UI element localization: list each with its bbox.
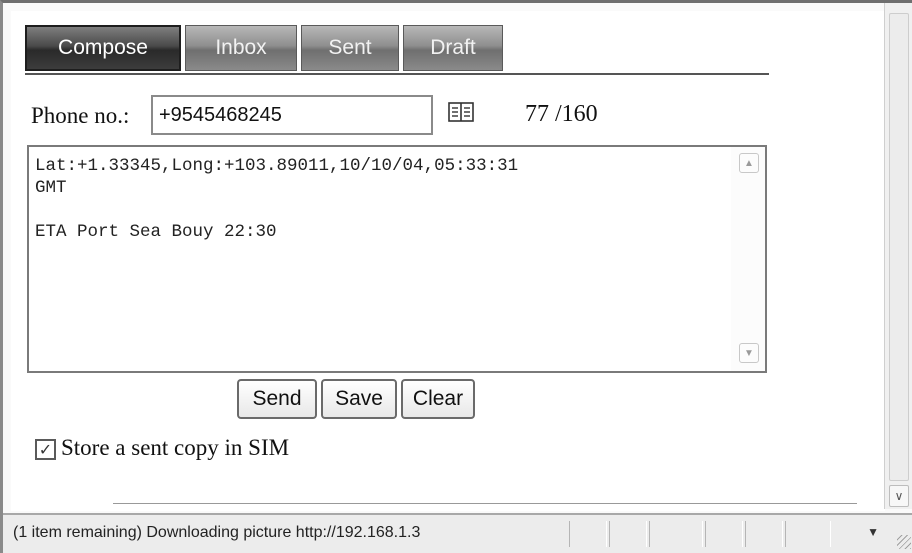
message-box: ▲ ▼: [27, 145, 767, 373]
send-button[interactable]: Send: [237, 379, 317, 419]
message-scrollbar[interactable]: ▲ ▼: [731, 147, 765, 371]
status-segment: [649, 521, 703, 547]
address-book-icon[interactable]: [448, 101, 474, 123]
status-segment: [745, 521, 783, 547]
tab-bar: Compose Inbox Sent Draft: [25, 25, 503, 71]
save-button[interactable]: Save: [321, 379, 397, 419]
divider: [113, 503, 857, 504]
page-scroll-down-icon[interactable]: ∨: [889, 485, 909, 507]
clear-button[interactable]: Clear: [401, 379, 475, 419]
status-dropdown-icon[interactable]: ▼: [867, 525, 879, 539]
page-scrollbar[interactable]: ∨: [884, 3, 912, 509]
tab-underline: [25, 73, 769, 75]
phone-number-input[interactable]: [151, 95, 433, 135]
tab-draft[interactable]: Draft: [403, 25, 503, 71]
status-bar: (1 item remaining) Downloading picture h…: [3, 513, 912, 553]
scroll-down-icon[interactable]: ▼: [739, 343, 759, 363]
tab-sent[interactable]: Sent: [301, 25, 399, 71]
character-counter: 77 /160: [525, 101, 598, 127]
status-text: (1 item remaining) Downloading picture h…: [13, 524, 421, 541]
scroll-up-icon[interactable]: ▲: [739, 153, 759, 173]
status-segment: [609, 521, 647, 547]
store-copy-checkbox[interactable]: ✓: [35, 439, 56, 460]
status-segment: [569, 521, 607, 547]
message-textarea[interactable]: [29, 147, 729, 371]
tab-inbox[interactable]: Inbox: [185, 25, 297, 71]
browser-window: Compose Inbox Sent Draft Phone no.: 77 /…: [0, 0, 912, 553]
status-segment: [705, 521, 743, 547]
tab-compose[interactable]: Compose: [25, 25, 181, 71]
page-scroll-thumb[interactable]: [889, 13, 909, 481]
checkmark-icon: ✓: [38, 441, 53, 459]
store-copy-label: Store a sent copy in SIM: [61, 435, 290, 460]
status-segment: [785, 521, 831, 547]
resize-grip-icon[interactable]: [897, 535, 911, 549]
phone-label: Phone no.:: [31, 103, 130, 128]
